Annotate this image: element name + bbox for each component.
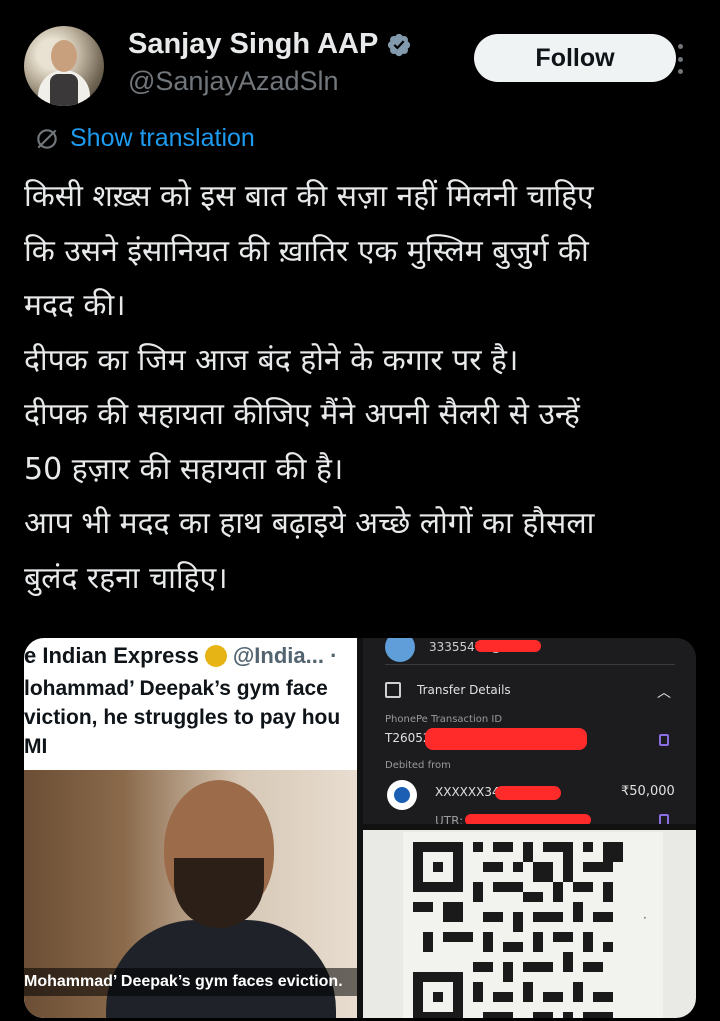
- more-options-icon[interactable]: [672, 44, 688, 74]
- copy-icon: [659, 814, 669, 824]
- tweet-line: कि उसने इंसानियत की ख़ातिर एक मुस्लिम बु…: [24, 233, 589, 269]
- news-source: e Indian Express: [24, 643, 199, 668]
- transfer-details-title: Transfer Details: [417, 683, 511, 697]
- author-name[interactable]: Sanjay Singh AAP: [128, 28, 378, 61]
- tweet-header: Sanjay Singh AAP @SanjayAzadSln Follow: [24, 26, 704, 108]
- copy-icon: [659, 734, 669, 746]
- headline-line: lohammad’ Deepak’s gym face: [24, 677, 328, 700]
- txn-id-value: T26052: [385, 731, 431, 745]
- news-screenshot-image[interactable]: e Indian Express @India... · lohammad’ D…: [24, 638, 357, 1018]
- gold-verified-icon: [204, 645, 227, 667]
- debited-from-label: Debited from: [385, 760, 451, 771]
- tweet-line: 50 हज़ार की सहायता की है।: [24, 451, 344, 487]
- author-name-row: Sanjay Singh AAP: [128, 28, 412, 61]
- tweet-line: दीपक की सहायता कीजिए मैंने अपनी सैलरी से…: [24, 397, 580, 432]
- tweet-line: किसी शख़्स को इस बात की सज़ा नहीं मिलनी …: [24, 179, 594, 214]
- debited-account: XXXXXX34: [435, 785, 500, 799]
- headline-line: viction, he struggles to pay hou: [24, 706, 341, 729]
- translate-icon: [37, 128, 57, 149]
- divider: [385, 664, 675, 665]
- verified-badge-icon: [388, 33, 411, 56]
- payment-screenshot-image[interactable]: 3335547a@b Transfer Details ︿ PhonePe Tr…: [363, 638, 696, 824]
- redaction-mark: [475, 640, 541, 652]
- author-avatar[interactable]: [24, 26, 104, 106]
- document-icon: [385, 682, 401, 698]
- redaction-mark: [425, 728, 587, 750]
- show-translation-link[interactable]: Show translation: [34, 124, 255, 153]
- qr-code-pattern: ·: [403, 832, 663, 1018]
- news-handle: @India... ·: [232, 643, 338, 668]
- news-headline: lohammad’ Deepak’s gym face viction, he …: [24, 674, 357, 761]
- news-header: e Indian Express @India... ·: [24, 640, 357, 672]
- news-caption: Mohammad’ Deepak’s gym faces eviction.: [24, 968, 357, 996]
- tweet-line: मदद की।: [24, 288, 126, 323]
- show-translation-label[interactable]: Show translation: [70, 124, 255, 153]
- redaction-mark: [465, 814, 591, 824]
- utr-label: UTR:: [435, 814, 464, 824]
- media-grid: e Indian Express @India... · lohammad’ D…: [24, 638, 696, 1018]
- svg-text:·: ·: [643, 911, 647, 925]
- redaction-mark: [495, 786, 561, 800]
- payee-avatar-icon: [385, 638, 415, 662]
- tweet-line: बुलंद रहना चाहिए।: [24, 560, 228, 596]
- transfer-details-row: Transfer Details: [385, 682, 511, 698]
- tweet-line: दीपक का जिम आज बंद होने के कगार पर है।: [24, 342, 519, 378]
- txn-id-label: PhonePe Transaction ID: [385, 714, 503, 725]
- bank-logo-icon: [387, 780, 417, 810]
- tweet-text: किसी शख़्स को इस बात की सज़ा नहीं मिलनी …: [24, 170, 694, 606]
- follow-button[interactable]: Follow: [474, 34, 676, 82]
- chevron-up-icon: ︿: [657, 685, 671, 701]
- tweet-line: आप भी मदद का हाथ बढ़ाइये अच्छे लोगों का …: [24, 506, 595, 541]
- amount-value: ₹50,000: [621, 784, 675, 799]
- qr-code-image[interactable]: ·: [363, 830, 696, 1018]
- headline-line: MI: [24, 735, 48, 758]
- author-handle[interactable]: @SanjayAzadSln: [128, 66, 339, 97]
